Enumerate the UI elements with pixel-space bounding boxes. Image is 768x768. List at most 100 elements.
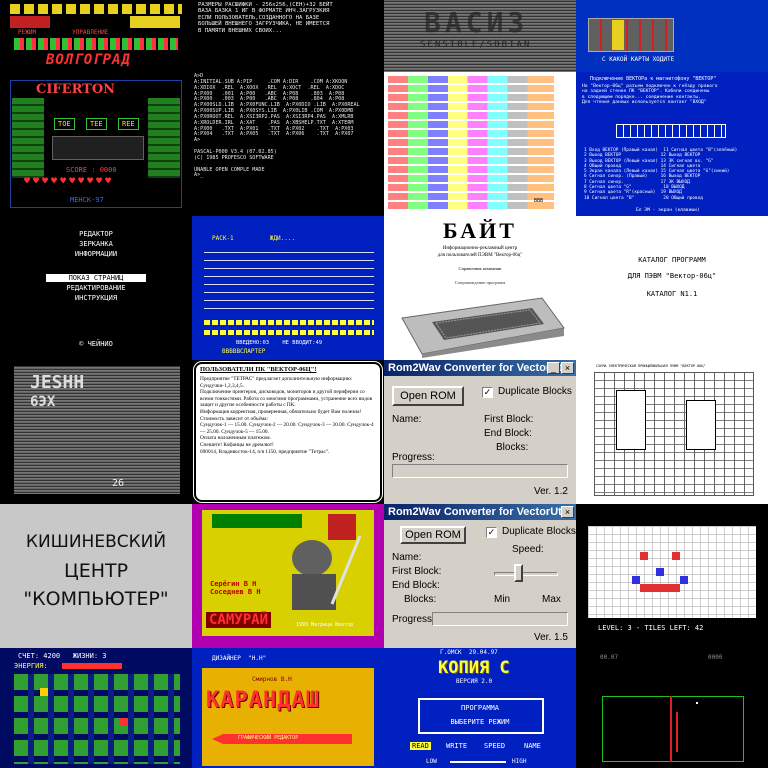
pong-left-score: 00.07 (600, 654, 619, 661)
jeshh-corner: 26 (112, 478, 125, 489)
tile-jeshh-noise: JESHH 6ЭХ 26 (0, 360, 192, 504)
tile-tetras-ad: ПОЛЬЗОВАТЕЛИ ПК "ВЕКТОР-06Ц"! Предприяти… (192, 360, 384, 504)
tile-bait-catalog: БАЙТ Информационно-рекламный центр для п… (384, 216, 576, 360)
rask-lines (204, 252, 374, 316)
hearts-row: ♥♥♥♥♥♥♥♥♥♥ (24, 176, 115, 187)
info-text: РАЗМЕРЫ РАСШИФКИ - 256x256,(СЕН)+32 БЕЙТ… (198, 2, 333, 34)
version-label: Ver. 1.5 (534, 632, 568, 643)
menu-item-edit[interactable]: РЕДАКТИРОВАНИЕ (0, 284, 192, 292)
blocks-label: Blocks: (496, 442, 529, 453)
kishinev-line-1: КИШИНЕВСКИЙ (25, 532, 167, 552)
minimize-button[interactable]: _ (547, 362, 560, 374)
vasiz-title: ВАСИЗ (424, 6, 529, 39)
progress-bar (392, 464, 568, 478)
bait-line-2: для пользователей ПЭВМ "Вектор-06ц" (437, 253, 523, 258)
tile-vector-pinout: Подключение ВЕКТОРа к магнитофону "ВЕКТО… (576, 72, 768, 216)
kopiya-subtitle: ВЕРСИЯ 2.0 (456, 678, 493, 685)
rask-header: РАСК-1 ЖДИ.... (212, 235, 296, 242)
pinout-footer: Ел ЭМ - экран (клавиши) (636, 208, 700, 213)
close-button[interactable]: × (561, 362, 574, 374)
tile-pong-game: 00.07 0000 (576, 648, 768, 768)
first-block-label: First Block: (392, 566, 442, 577)
pinout-body: На "Вектор-06ц" разъем подключен к гнёзд… (582, 84, 718, 105)
speed-label: Speed: (512, 544, 544, 555)
tile-schematic: СХЕМА ЭЛЕКТРИЧЕСКАЯ ПРИНЦИПИАЛЬНАЯ ПЭВМ … (576, 360, 768, 504)
editor-line-1: РЕДАКТОР (79, 230, 113, 238)
ciferton-footer: МЕНСК-97 (70, 196, 104, 204)
tile-samurai: Серёгин В Н Соседнев В Н САМУРАЙ 1993 Ма… (192, 504, 384, 648)
tab-write[interactable]: WRITE (446, 742, 467, 750)
rom2wav-window-v12[interactable]: Rom2Wav Converter for VectorUtic _ × Ope… (384, 360, 576, 504)
tile-kopiya-c: Г.ОМСК 29.04.97 КОПИЯ С ВЕРСИЯ 2.0 ПРОГР… (384, 648, 576, 768)
karandash-title: КАРАНДАШ (206, 688, 320, 713)
catalog-line-3: КАТАЛОГ N1.1 (646, 290, 698, 298)
menu-item-instructions[interactable]: ИНСТРУКЦИЯ (0, 294, 192, 302)
tile-karandash: ДИЗАЙНЕР "Н.Н" Смирнов В.Н КАРАНДАШ ГРАФ… (192, 648, 384, 768)
name-label: Name: (392, 414, 422, 425)
editor-line-3: ИНФОРМАЦИИ (74, 250, 118, 258)
schematic-caption: СХЕМА ЭЛЕКТРИЧЕСКАЯ ПРИНЦИПИАЛЬНАЯ ПЭВМ … (596, 364, 706, 368)
palette-grid (388, 76, 554, 210)
tile-kishinev-center: КИШИНЕВСКИЙ ЦЕНТР "КОМПЬЮТЕР" (0, 504, 192, 648)
tiles-board (588, 526, 756, 618)
ciferton-title: CIFERTON (36, 82, 116, 97)
karandash-header: ДИЗАЙНЕР "Н.Н" (212, 655, 267, 662)
tile-vasiz-noise: ВАСИЗ SENSIBLE/SOBIAN (384, 0, 576, 72)
first-block-label: First Block: (484, 414, 534, 425)
name-label: Name: (392, 552, 422, 563)
tab-name[interactable]: NAME (524, 742, 541, 750)
duplicate-blocks-checkbox[interactable]: ✓ (482, 387, 493, 398)
ciferton-score: SCORE : 0000 (66, 166, 117, 174)
tile-tiles-game: LEVEL: 3 - TILES LEFT: 42 (576, 504, 768, 648)
tiles-status: LEVEL: 3 - TILES LEFT: 42 (598, 624, 704, 632)
speed-max-label: Max (542, 594, 561, 605)
rask-footer: ВВЕДЕНО:03 НЕ ВВОДИТ:49 (236, 340, 323, 346)
tile-info-editor: РЕДАКТОР ЗЕРКАНКА ИНФОРМАЦИИ ПОКАЗ СТРАН… (0, 216, 192, 360)
catalog-line-2: ДЛЯ ПЭВМ "Вектор-06ц" (627, 272, 717, 280)
bait-title: БАЙТ (443, 218, 517, 243)
duplicate-blocks-checkbox[interactable]: ✓ (486, 527, 497, 538)
catalog-line-1: КАТАЛОГ ПРОГРАММ (638, 256, 706, 264)
duplicate-blocks-label: Duplicate Blocks (498, 386, 572, 397)
screenshot-collage: РЕЖИМ УПРАВЛЕНИЕ ВОЛГОГРАД РАЗМЕРЫ РАСШИ… (0, 0, 768, 768)
speed-min-label: Min (494, 594, 511, 605)
speed-slider-track (494, 572, 558, 576)
tile-maze-game: СЧЕТ: 4200 ЖИЗНИ: 3 ЭНЕРГИЯ: (0, 648, 192, 768)
tab-speed[interactable]: SPEED (484, 742, 505, 750)
cpm-listing: A>D A:INITIAL.SUB A:PIP .COM A:DIR .COM … (194, 73, 360, 179)
card-caption: С КАКОЙ КАРТЫ ХОДИТЕ (602, 56, 675, 63)
bait-line-4: Сопровождение программ (454, 280, 506, 285)
progress-label: Progress: (392, 452, 435, 463)
close-button[interactable]: × (561, 506, 574, 518)
kopiya-menu-1: ПРОГРАММА (461, 704, 499, 712)
open-rom-button[interactable]: Open ROM (392, 386, 464, 406)
jeshh-subtitle: 6ЭХ (30, 394, 56, 410)
tile-card-game: С КАКОЙ КАРТЫ ХОДИТЕ (576, 0, 768, 72)
progress-label: Progress: (392, 614, 435, 625)
tile-volgograd-game: РЕЖИМ УПРАВЛЕНИЕ ВОЛГОГРАД (0, 0, 192, 72)
speed-slider-thumb[interactable] (514, 564, 523, 582)
pinout-row: 10 Сигнал цвета "B" 20 Общий провод (584, 195, 703, 201)
ciferton-digit-1: TOE (54, 118, 75, 130)
editor-copyright: © ЧЕЙНИО (79, 340, 113, 348)
menu-item-show-pages[interactable]: ПОКАЗ СТРАНИЦ (46, 274, 146, 282)
jeshh-title: JESHH (30, 372, 85, 393)
tile-ciferton: CIFERTON TOE TEE REE SCORE : 0000 ♥♥♥♥♥♥… (0, 72, 192, 216)
open-rom-button[interactable]: Open ROM (400, 526, 466, 544)
speed-scale (450, 761, 506, 763)
maze-energy: ЭНЕРГИЯ: (14, 662, 48, 670)
rask-brand: ВВВВВСЛАРТЕР (222, 348, 266, 355)
ciferton-digit-3: REE (118, 118, 139, 130)
samurai-footer: 1993 Матрица Вектор (296, 622, 354, 628)
samurai-figure (292, 535, 362, 610)
pong-court (602, 696, 744, 762)
blocks-label: Blocks: (404, 594, 437, 605)
volgograd-logo: ВОЛГОГРАД (46, 52, 131, 68)
tab-read[interactable]: READ (410, 742, 431, 750)
tile-program-catalog: КАТАЛОГ ПРОГРАММ ДЛЯ ПЭВМ "Вектор-06ц" К… (576, 216, 768, 360)
maze-field (14, 674, 180, 764)
tile-text-info: РАЗМЕРЫ РАСШИФКИ - 256x256,(СЕН)+32 БЕЙТ… (192, 0, 384, 72)
samurai-names: Серёгин В Н Соседнев В Н (210, 580, 261, 597)
progress-bar (432, 612, 568, 626)
rom2wav-window-v15[interactable]: Rom2Wav Converter for VectorUtic × Open … (384, 504, 576, 648)
